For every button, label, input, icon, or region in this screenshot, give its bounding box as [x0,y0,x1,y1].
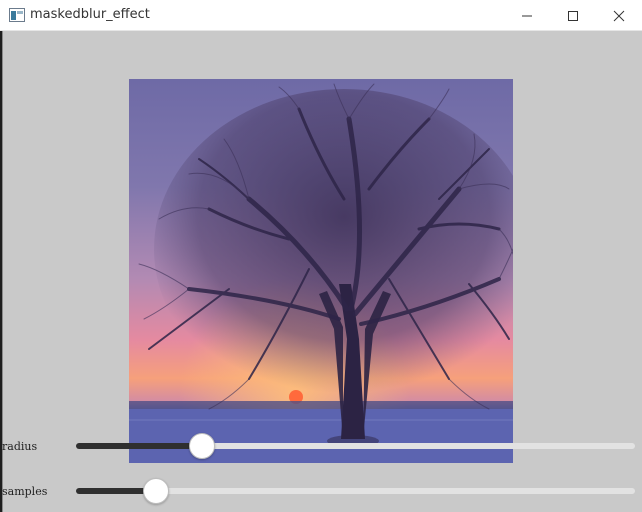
maximize-button[interactable] [550,0,596,31]
samples-slider-row: samples [0,476,642,506]
sunset-tree-photo [129,79,513,463]
samples-slider-handle[interactable] [143,478,169,504]
close-icon [613,10,625,21]
minimize-icon [522,15,532,16]
title-bar: maskedblur_effect [0,0,642,31]
app-icon [9,8,25,22]
radius-label: radius [2,440,38,453]
preview-image [129,79,513,463]
radius-slider-row: radius [0,431,642,461]
radius-slider-handle[interactable] [189,433,215,459]
window-title: maskedblur_effect [30,7,150,22]
radius-slider-fill [76,443,202,449]
close-button[interactable] [596,0,642,31]
maximize-icon [568,10,578,21]
minimize-button[interactable] [504,0,550,31]
samples-label: samples [2,485,48,498]
